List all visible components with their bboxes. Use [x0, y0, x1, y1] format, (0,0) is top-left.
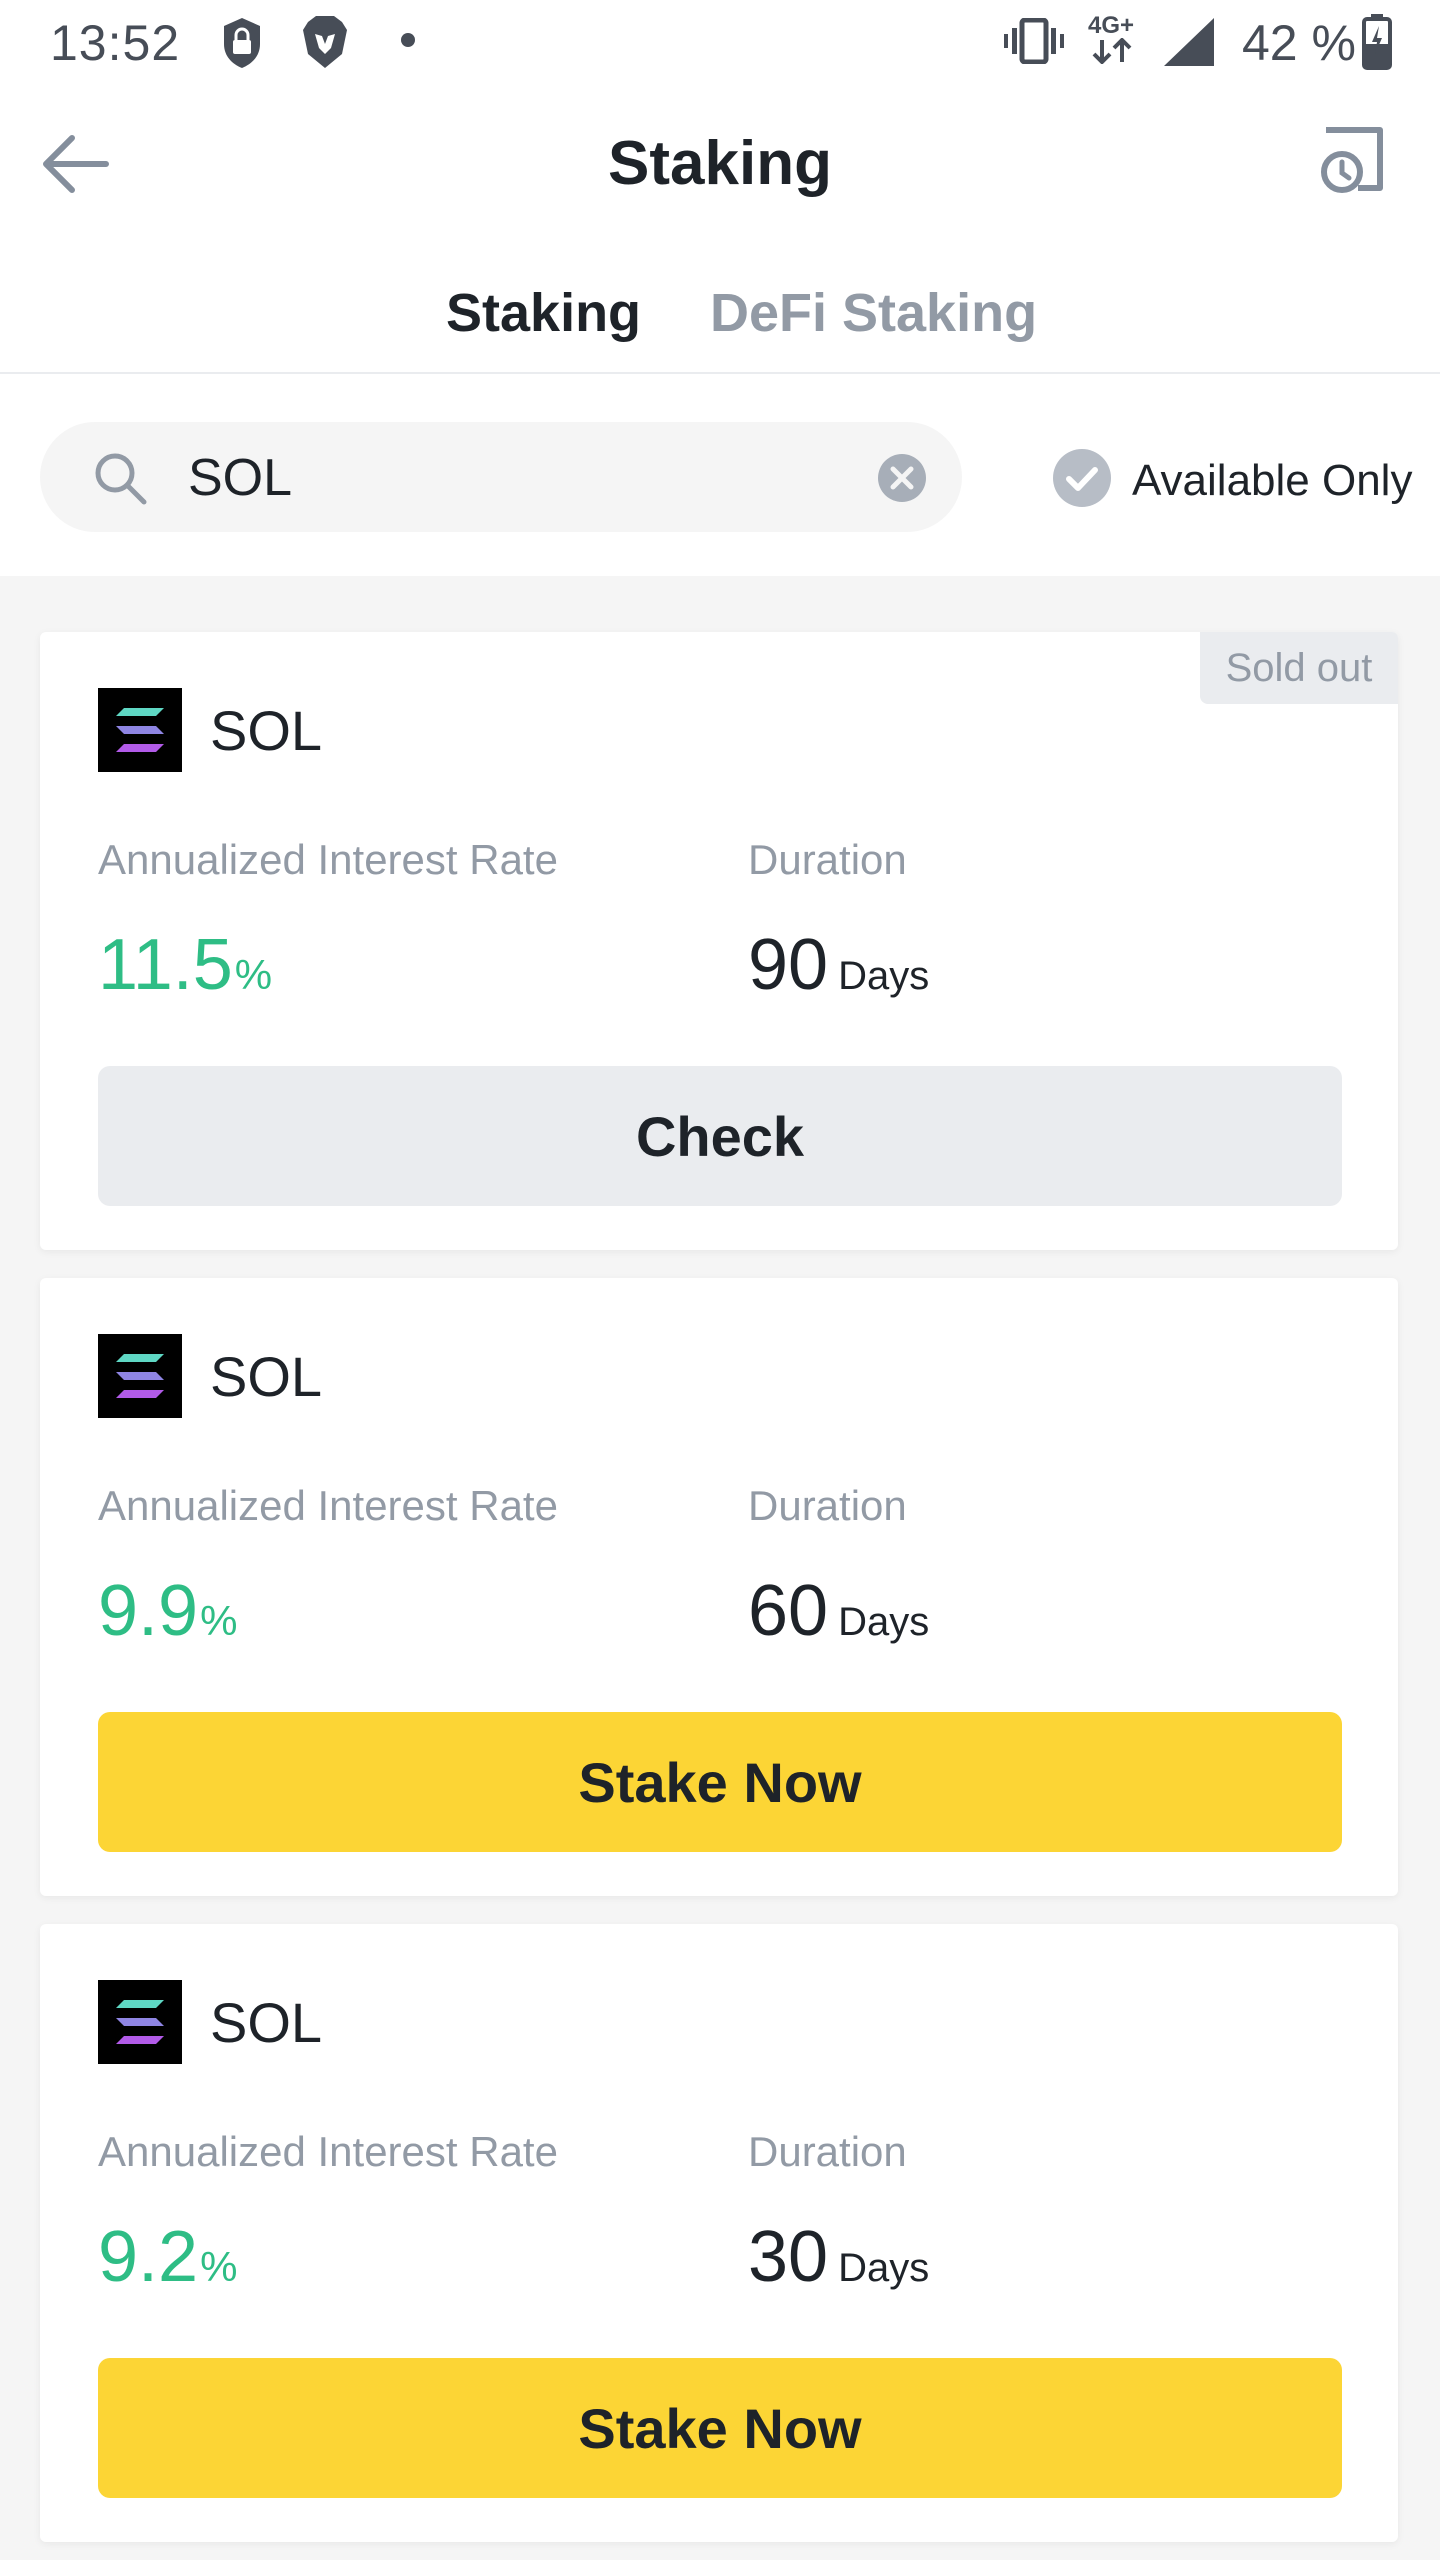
network-type: 4G+: [1088, 12, 1135, 39]
duration-label: Duration: [748, 2128, 907, 2175]
stake-now-button[interactable]: Stake Now: [98, 2358, 1342, 2498]
page-title: Staking: [608, 129, 832, 198]
rate-label: Annualized Interest Rate: [98, 1482, 558, 1529]
vibrate-icon: [1004, 18, 1064, 64]
duration-unit: Days: [838, 954, 930, 998]
history-icon[interactable]: [1312, 120, 1392, 200]
duration-value: 90: [748, 925, 829, 1005]
rate-value: 9.9: [98, 1571, 199, 1651]
sold-out-badge: Sold out: [1200, 632, 1398, 704]
staking-product-card: Sold out SOL Annualized Interest Rate Du…: [40, 632, 1398, 1250]
search-input[interactable]: SOL: [40, 422, 962, 532]
stake-now-button[interactable]: Stake Now: [98, 1712, 1342, 1852]
rate-value: 9.2: [98, 2217, 199, 2297]
solana-logo-icon: [98, 1334, 182, 1418]
check-button[interactable]: Check: [98, 1066, 1342, 1206]
rate-label: Annualized Interest Rate: [98, 836, 558, 883]
duration: 60 Days: [748, 1570, 929, 1652]
available-only-label: Available Only: [1132, 456, 1413, 505]
battery-percent: 42 %: [1242, 15, 1356, 71]
status-time: 13:52: [50, 15, 181, 71]
coin-name: SOL: [210, 1345, 323, 1408]
rate-unit: %: [234, 951, 273, 998]
duration-unit: Days: [838, 1600, 930, 1644]
duration-label: Duration: [748, 836, 907, 883]
duration-unit: Days: [838, 2246, 930, 2290]
duration-value: 60: [748, 1571, 829, 1651]
interest-rate: 9.2%: [98, 2216, 237, 2298]
clear-icon[interactable]: [876, 452, 928, 504]
duration-value: 30: [748, 2217, 829, 2297]
search-value[interactable]: SOL: [188, 448, 292, 508]
battery-icon: [1362, 14, 1392, 70]
rate-unit: %: [200, 2243, 238, 2290]
duration: 90 Days: [748, 924, 929, 1006]
solana-logo-icon: [98, 1980, 182, 2064]
vpn-lock-icon: [224, 18, 260, 68]
rate-unit: %: [200, 1597, 238, 1644]
solana-logo-icon: [98, 688, 182, 772]
notification-dot-icon: [401, 33, 415, 47]
search-icon: [95, 453, 147, 505]
staking-product-card: SOL Annualized Interest Rate Duration 9.…: [40, 1278, 1398, 1896]
brave-lion-icon: [303, 16, 347, 68]
interest-rate: 9.9%: [98, 1570, 237, 1652]
tab-defi-staking[interactable]: DeFi Staking: [710, 282, 1037, 344]
search-row: SOL Available Only: [0, 374, 1440, 576]
status-bar: 13:52 4G+ 42 %: [0, 0, 1440, 84]
staking-product-card: SOL Annualized Interest Rate Duration 9.…: [40, 1924, 1398, 2542]
duration-label: Duration: [748, 1482, 907, 1529]
signal-icon: [1164, 18, 1214, 66]
coin-name: SOL: [210, 1991, 323, 2054]
tab-bar: Staking DeFi Staking: [0, 272, 1440, 467]
duration: 30 Days: [748, 2216, 929, 2298]
rate-value: 11.5: [98, 925, 233, 1005]
checkmark-circle-icon[interactable]: [1052, 448, 1112, 508]
app-header: Staking Staking DeFi Staking: [0, 84, 1440, 467]
tab-staking[interactable]: Staking: [446, 282, 641, 344]
coin-name: SOL: [210, 699, 323, 762]
rate-label: Annualized Interest Rate: [98, 2128, 558, 2175]
interest-rate: 11.5%: [98, 924, 272, 1006]
data-arrows-icon: [1092, 38, 1132, 64]
